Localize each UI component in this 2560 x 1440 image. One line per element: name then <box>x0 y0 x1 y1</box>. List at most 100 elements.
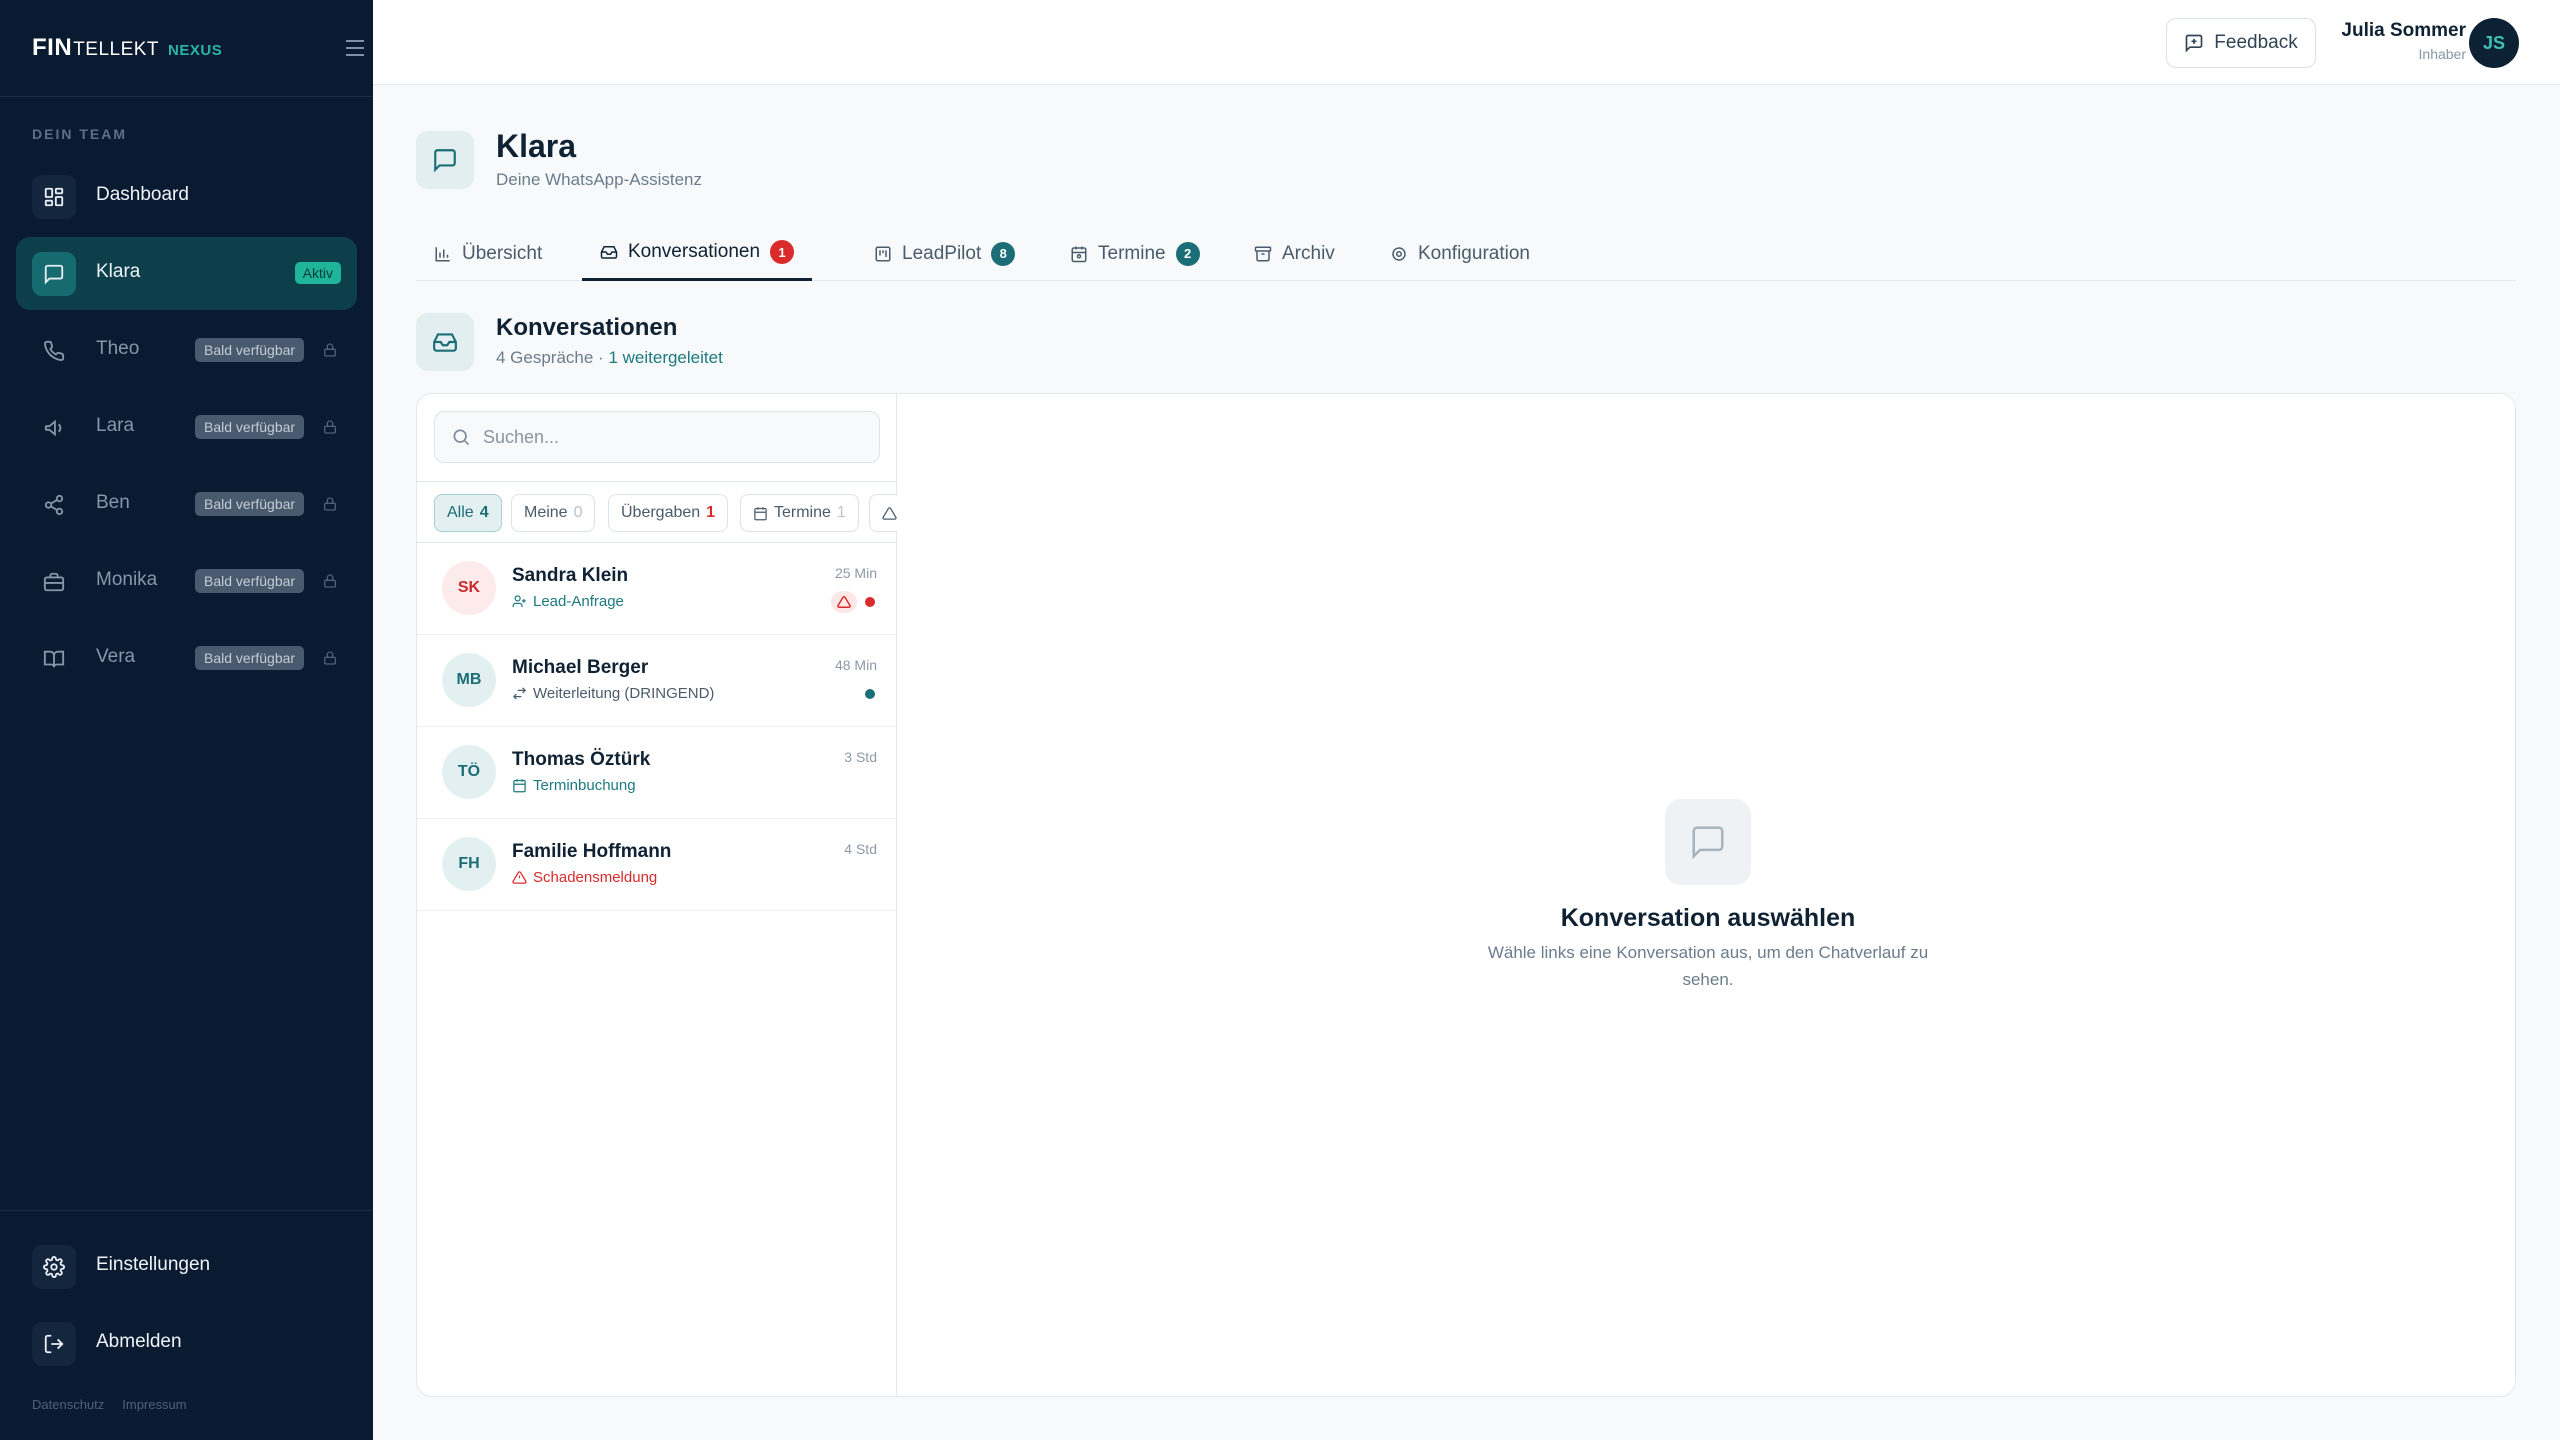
logo-row: FIN TELLEKT NEXUS <box>0 0 373 97</box>
tab-count-badge: 2 <box>1175 241 1200 266</box>
sidebar: FIN TELLEKT NEXUS DEIN TEAM Dashboard Klar… <box>0 0 373 1440</box>
sidebar-item-ben[interactable]: Ben Bald verfügbar <box>16 468 357 541</box>
conversation-list-pane: Alle 4 Meine 0 Übergaben 1 Termine 1 SK Sand… <box>417 394 897 1396</box>
filter-handovers[interactable]: Übergaben 1 <box>608 494 729 532</box>
filter-label: Meine <box>524 504 568 521</box>
tab-conversations[interactable]: Konversationen 1 <box>582 226 813 281</box>
filter-appointments[interactable]: Termine 1 <box>740 494 859 532</box>
feedback-icon <box>2185 34 2203 53</box>
lock-icon <box>324 574 336 588</box>
warning-icon <box>512 871 527 884</box>
book-icon <box>32 637 76 681</box>
page-title: Klara <box>496 128 577 164</box>
menu-toggle-icon[interactable] <box>346 40 364 56</box>
forwarded-link[interactable]: 1 weitergeleitet <box>608 348 722 367</box>
filter-label: Übergaben <box>621 504 701 521</box>
chat-icon <box>32 252 76 296</box>
filter-all[interactable]: Alle 4 <box>434 494 502 532</box>
conversation-row[interactable]: SK Sandra Klein Lead-Anfrage 25 Min <box>417 543 897 635</box>
search-box[interactable] <box>434 411 880 463</box>
sidebar-item-logout[interactable]: Abmelden <box>16 1307 357 1380</box>
filter-count: 1 <box>706 504 716 521</box>
tab-label: Termine <box>1098 242 1166 264</box>
sidebar-item-label: Vera <box>96 646 136 667</box>
timestamp: 25 Min <box>834 565 877 581</box>
page-subtitle: Deine WhatsApp-Assistenz <box>496 170 702 189</box>
conversation-tag: Terminbuchung <box>512 777 636 794</box>
sidebar-item-vera[interactable]: Vera Bald verfügbar <box>16 622 357 695</box>
privacy-link[interactable]: Datenschutz <box>32 1397 104 1412</box>
inbox-icon <box>600 246 618 259</box>
unread-dot <box>865 597 875 607</box>
brand-tellekt: TELLEKT <box>73 39 160 60</box>
status-badge: Bald verfügbar <box>195 569 305 593</box>
gear-icon <box>32 1245 76 1289</box>
status-badge: Bald verfügbar <box>195 415 305 439</box>
user-plus-icon <box>512 595 526 608</box>
tab-archive[interactable]: Archiv <box>1236 226 1353 281</box>
avatar: SK <box>442 561 496 615</box>
imprint-link[interactable]: Impressum <box>122 1397 186 1412</box>
calendar-icon <box>513 779 526 793</box>
lock-icon <box>324 343 336 357</box>
sidebar-item-klara[interactable]: Klara Aktiv <box>16 237 357 310</box>
calendar-icon <box>754 506 767 520</box>
lock-icon <box>324 420 336 434</box>
lock-icon <box>324 651 336 665</box>
contact-name: Familie Hoffmann <box>512 841 672 862</box>
tag-label: Schadensmeldung <box>533 869 658 886</box>
tab-appointments[interactable]: Termine 2 <box>1052 226 1218 281</box>
sidebar-item-settings[interactable]: Einstellungen <box>16 1230 357 1303</box>
conversation-tag: Weiterleitung (DRINGEND) <box>512 685 714 702</box>
conversations-panel: Alle 4 Meine 0 Übergaben 1 Termine 1 SK Sand… <box>416 393 2516 1397</box>
user-info[interactable]: Julia Sommer Inhaber <box>2341 20 2466 62</box>
sidebar-item-lara[interactable]: Lara Bald verfügbar <box>16 391 357 464</box>
timestamp: 3 Std <box>844 749 877 765</box>
chat-icon <box>1665 799 1751 885</box>
avatar: MB <box>442 653 496 707</box>
kanban-icon <box>875 246 891 261</box>
chat-icon <box>416 131 474 189</box>
conversation-row[interactable]: MB Michael Berger Weiterleitung (DRINGEN… <box>417 635 897 727</box>
avatar[interactable]: JS <box>2469 18 2519 68</box>
conversation-row[interactable]: TÖ Thomas Öztürk Terminbuchung 3 Std <box>417 727 897 819</box>
sidebar-bottom-divider <box>0 1210 373 1211</box>
tab-label: Übersicht <box>462 242 543 264</box>
sidebar-item-theo[interactable]: Theo Bald verfügbar <box>16 314 357 387</box>
tab-leadpilot[interactable]: LeadPilot 8 <box>856 226 1033 281</box>
feedback-button[interactable]: Feedback <box>2166 18 2316 68</box>
tab-configuration[interactable]: Konfiguration <box>1372 226 1548 281</box>
user-role: Inhaber <box>2418 46 2466 62</box>
status-badge: Bald verfügbar <box>195 646 305 670</box>
brand-logo[interactable]: FIN TELLEKT NEXUS <box>32 34 222 62</box>
warning-icon <box>831 591 857 613</box>
sidebar-item-label: Lara <box>96 415 135 436</box>
filter-label: Alle <box>447 504 474 521</box>
contact-name: Sandra Klein <box>512 565 629 586</box>
filter-damage[interactable] <box>869 494 897 532</box>
search-icon <box>453 429 470 446</box>
sidebar-item-label: Einstellungen <box>96 1254 211 1275</box>
empty-state-text: Wähle links eine Konversation aus, um de… <box>1487 943 1929 989</box>
tag-label: Weiterleitung (DRINGEND) <box>533 685 715 702</box>
avatar: TÖ <box>442 745 496 799</box>
lock-icon <box>324 497 336 511</box>
contact-name: Thomas Öztürk <box>512 749 651 770</box>
contact-name: Michael Berger <box>512 657 649 678</box>
sidebar-item-monika[interactable]: Monika Bald verfügbar <box>16 545 357 618</box>
tab-overview[interactable]: Übersicht <box>416 226 560 281</box>
conversation-tag: Schadensmeldung <box>512 869 657 886</box>
conversation-row[interactable]: FH Familie Hoffmann Schadensmeldung 4 St… <box>417 819 897 911</box>
unread-dot <box>865 689 875 699</box>
section-subtitle: 4 Gespräche · 1 weitergeleitet <box>496 348 723 368</box>
filter-count: 0 <box>573 504 583 521</box>
tab-label: Archiv <box>1282 242 1335 264</box>
sidebar-item-dashboard[interactable]: Dashboard <box>16 160 357 233</box>
sidebar-item-label: Klara <box>96 261 141 282</box>
tab-label: Konversationen <box>628 241 761 262</box>
avatar: FH <box>442 837 496 891</box>
chat-empty-state: Konversation auswählen Wähle links eine … <box>897 394 2515 1396</box>
filter-mine[interactable]: Meine 0 <box>511 494 596 532</box>
topbar: Feedback Julia Sommer Inhaber JS <box>373 0 2560 85</box>
search-input[interactable] <box>483 412 863 462</box>
